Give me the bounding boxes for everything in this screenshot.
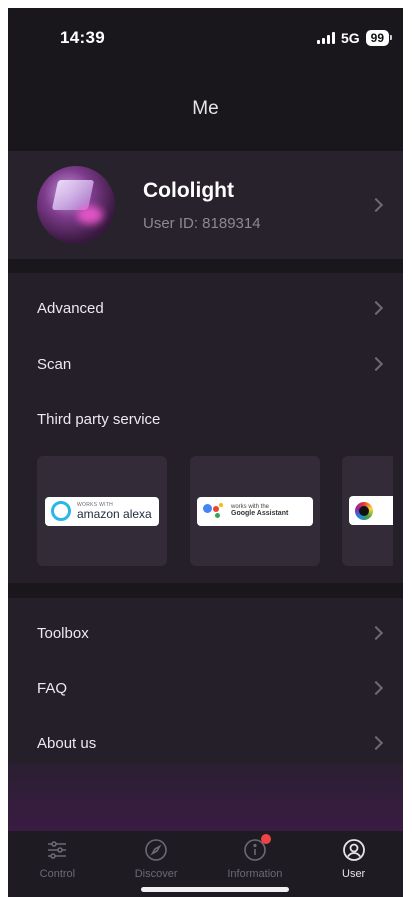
sliders-icon [45, 838, 69, 862]
chevron-right-icon [368, 356, 384, 372]
service-card-third[interactable] [342, 456, 393, 566]
menu-item-label: Toolbox [37, 624, 89, 642]
tab-label: Discover [134, 868, 178, 880]
menu-item-toolbox[interactable]: Toolbox [8, 607, 403, 659]
status-bar: 14:39 5G 99 [8, 8, 403, 68]
menu-item-label: About us [37, 734, 97, 752]
google-assistant-small-text: works with the [231, 503, 270, 510]
profile-user-id: User ID: 8189314 [143, 214, 261, 232]
tab-label: Information [227, 868, 283, 880]
menu-item-label: Scan [37, 355, 72, 373]
third-service-badge [349, 496, 393, 525]
menu-item-about-us[interactable]: About us [8, 717, 403, 769]
background-band [8, 763, 403, 831]
google-assistant-logo-icon [203, 503, 225, 519]
profile-card[interactable]: Cololight User ID: 8189314 [8, 151, 403, 259]
alexa-logo-icon [51, 501, 71, 521]
notification-badge [260, 834, 271, 844]
chevron-right-icon [368, 735, 384, 751]
network-type: 5G [340, 30, 360, 46]
chevron-right-icon [368, 680, 384, 696]
menu-item-faq[interactable]: FAQ [8, 662, 403, 714]
alexa-big-text: amazon alexa [77, 506, 152, 521]
service-card-alexa[interactable]: WORKS WITH amazon alexa [37, 456, 167, 566]
tab-control[interactable]: Control [8, 831, 107, 897]
home-indicator[interactable] [141, 887, 289, 892]
status-indicators: 5G 99 [316, 30, 393, 46]
menu-item-label: Advanced [37, 299, 104, 317]
menu-item-scan[interactable]: Scan [8, 338, 403, 390]
user-icon [342, 838, 366, 862]
profile-info: Cololight User ID: 8189314 [143, 179, 371, 232]
compass-icon [144, 838, 168, 862]
signal-icon [316, 32, 335, 44]
battery-icon: 99 [365, 30, 393, 46]
settings-section-top: Advanced Scan Third party service WORKS … [8, 273, 403, 583]
third-service-logo-icon [355, 501, 373, 520]
google-assistant-big-text: Google Assistant [231, 510, 289, 518]
service-card-google-assistant[interactable]: works with the Google Assistant [190, 456, 320, 566]
page-title: Me [192, 98, 219, 119]
menu-item-label: Third party service [37, 410, 161, 428]
tab-user[interactable]: User [304, 831, 403, 897]
chevron-right-icon [368, 625, 384, 641]
google-assistant-badge: works with the Google Assistant [197, 496, 313, 526]
info-icon [243, 834, 271, 862]
menu-item-label: FAQ [37, 679, 68, 697]
app-screen: 14:39 5G 99 Me Cololight User ID: 818931… [8, 8, 403, 897]
menu-item-third-party-service: Third party service [8, 393, 403, 445]
third-party-services-carousel[interactable]: WORKS WITH amazon alexa works with the G… [37, 456, 393, 568]
tab-label: Control [39, 868, 76, 880]
header: Me [8, 68, 403, 150]
alexa-badge: WORKS WITH amazon alexa [45, 496, 159, 526]
chevron-right-icon [368, 300, 384, 316]
settings-section-bottom: Toolbox FAQ About us [8, 598, 403, 763]
profile-name: Cololight [143, 178, 234, 202]
chevron-right-icon [368, 197, 384, 213]
status-time: 14:39 [60, 28, 105, 47]
menu-item-advanced[interactable]: Advanced [8, 282, 403, 334]
tab-label: User [342, 868, 366, 880]
avatar[interactable] [37, 166, 115, 244]
